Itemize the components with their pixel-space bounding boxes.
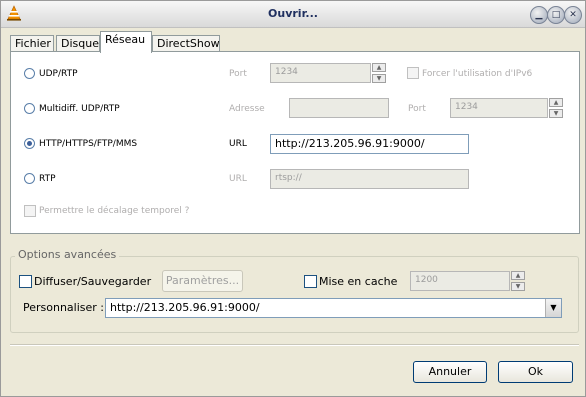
cache-field[interactable]: 1200 <box>410 271 510 291</box>
chevron-down-icon[interactable]: ▼ <box>545 299 561 317</box>
spin-up-icon[interactable]: ▲ <box>372 63 386 72</box>
multicast-address-label: Adresse <box>229 104 265 114</box>
cache-label: Mise en cache <box>319 275 398 288</box>
multicast-radio[interactable] <box>24 103 35 114</box>
udp-label: UDP/RTP <box>39 69 78 79</box>
customize-value: http://213.205.96.91:9000/ <box>110 301 260 314</box>
timeshift-label: Permettre le décalage temporel ? <box>39 206 190 216</box>
rtp-label: RTP <box>39 174 56 184</box>
http-radio[interactable] <box>24 138 35 149</box>
rtp-radio[interactable] <box>24 173 35 184</box>
tab-reseau[interactable]: Réseau <box>100 31 152 53</box>
spin-down-icon[interactable]: ▼ <box>511 282 525 291</box>
spin-down-icon[interactable]: ▼ <box>372 74 386 83</box>
ok-button[interactable]: Ok <box>498 361 573 383</box>
http-label: HTTP/HTTPS/FTP/MMS <box>39 139 138 149</box>
multicast-port-label: Port <box>408 104 426 114</box>
http-url-field[interactable]: http://213.205.96.91:9000/ <box>270 134 469 154</box>
cache-spinner[interactable]: ▲ ▼ <box>511 271 525 291</box>
udp-port-spinner[interactable]: ▲ ▼ <box>372 63 386 83</box>
ipv6-label: Forcer l'utilisation d'IPv6 <box>422 69 533 79</box>
minimize-icon: ▁ <box>535 9 543 20</box>
multicast-address-field[interactable] <box>289 98 389 118</box>
minimize-button[interactable]: ▁ <box>530 6 548 24</box>
multicast-port-spinner[interactable]: ▲ ▼ <box>549 98 563 118</box>
stream-label: Diffuser/Sauvegarder <box>34 275 152 288</box>
open-dialog: Ouvrir... ▁ □ ✕ Fichier Disque Réseau Di… <box>0 0 586 397</box>
maximize-icon: □ <box>551 9 561 20</box>
multicast-label: Multidiff. UDP/RTP <box>39 104 120 114</box>
tab-directshow[interactable]: DirectShow <box>152 35 220 52</box>
stream-checkbox[interactable] <box>19 275 32 288</box>
customize-label: Personnaliser : <box>23 301 105 314</box>
multicast-port-field[interactable]: 1234 <box>450 98 548 118</box>
tab-fichier[interactable]: Fichier <box>10 35 54 52</box>
advanced-options-title: Options avancées <box>15 248 120 261</box>
network-panel: UDP/RTP Port 1234 ▲ ▼ Forcer l'utilisati… <box>10 51 580 234</box>
udp-port-field[interactable]: 1234 <box>270 63 371 83</box>
window-title: Ouvrir... <box>268 7 318 20</box>
close-button[interactable]: ✕ <box>564 6 582 24</box>
tab-disque[interactable]: Disque <box>56 35 100 52</box>
maximize-button[interactable]: □ <box>547 6 565 24</box>
close-icon: ✕ <box>569 9 577 20</box>
advanced-options-group <box>10 256 579 333</box>
rtp-url-field[interactable]: rtsp:// <box>270 169 469 189</box>
timeshift-checkbox[interactable] <box>24 205 36 217</box>
settings-button[interactable]: Paramètres... <box>162 270 243 292</box>
spin-down-icon[interactable]: ▼ <box>549 109 563 118</box>
title-bar[interactable]: Ouvrir... ▁ □ ✕ <box>1 1 585 28</box>
http-url-label: URL <box>229 139 247 149</box>
customize-combobox[interactable]: http://213.205.96.91:9000/ ▼ <box>105 298 562 318</box>
cache-checkbox[interactable] <box>304 275 317 288</box>
udp-port-label: Port <box>229 69 247 79</box>
spin-up-icon[interactable]: ▲ <box>549 98 563 107</box>
rtp-url-label: URL <box>229 174 247 184</box>
ipv6-checkbox[interactable] <box>407 67 419 79</box>
spin-up-icon[interactable]: ▲ <box>511 271 525 280</box>
separator <box>10 344 579 346</box>
udp-radio[interactable] <box>24 68 35 79</box>
cancel-button[interactable]: Annuler <box>413 361 487 383</box>
